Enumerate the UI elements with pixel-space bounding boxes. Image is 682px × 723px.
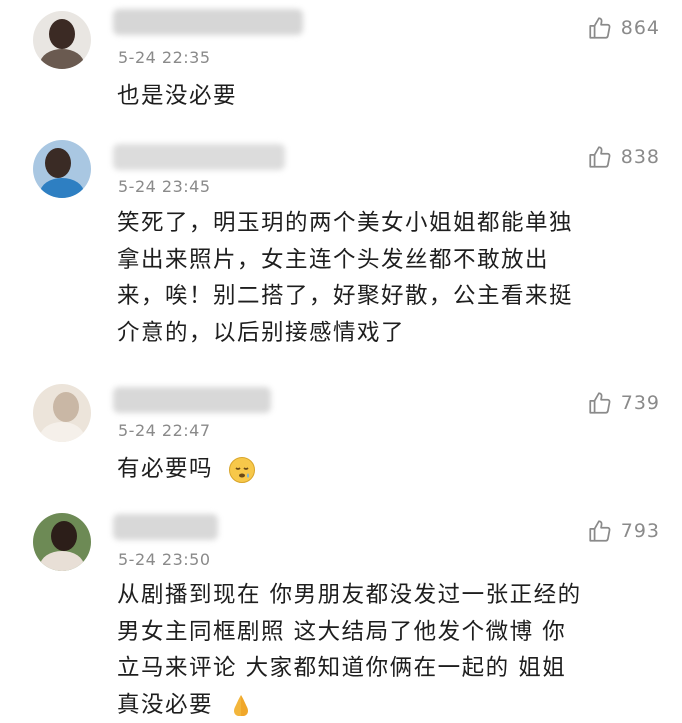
comment-timestamp: 5-24 22:47 xyxy=(118,421,211,440)
like-button[interactable]: 838 xyxy=(587,144,660,170)
praying-hands-emoji xyxy=(233,695,248,716)
comment-timestamp: 5-24 23:50 xyxy=(118,550,211,569)
like-count: 793 xyxy=(620,520,660,542)
thumbs-up-icon xyxy=(589,392,611,414)
comment-text-line: 男女主同框剧照 这大结局了他发个微博 你 xyxy=(117,618,567,645)
comment-text: 笑死了，明玉玥的两个美女小姐姐都能单独 拿出来照片，女主连个头发丝都不敢放出 来… xyxy=(117,205,657,351)
comment-text-line: 也是没必要 xyxy=(117,83,238,109)
like-count: 864 xyxy=(620,17,660,39)
like-button[interactable]: 739 xyxy=(587,390,660,416)
avatar[interactable] xyxy=(33,11,91,69)
username-blurred[interactable] xyxy=(113,9,303,35)
avatar[interactable] xyxy=(33,140,91,198)
username-blurred[interactable] xyxy=(113,144,285,170)
comment-item: 5-24 23:50 793 从剧播到现在 你男朋友都没发过一张正经的 男女主同… xyxy=(0,508,682,722)
comment-text: 也是没必要 xyxy=(117,78,657,115)
comment-text-line: 真没必要 xyxy=(117,691,214,718)
comment-text-line: 介意的，以后别接感情戏了 xyxy=(117,319,406,346)
username-blurred[interactable] xyxy=(113,387,271,413)
comment-item: 5-24 22:35 864 也是没必要 xyxy=(0,0,682,140)
thumbs-up-icon xyxy=(589,146,611,168)
comment-text-line: 笑死了，明玉玥的两个美女小姐姐都能单独 xyxy=(117,210,574,236)
comment-item: 5-24 23:45 838 笑死了，明玉玥的两个美女小姐姐都能单独 拿出来照片… xyxy=(0,140,682,368)
avatar[interactable] xyxy=(33,384,91,442)
sleepy-face-emoji xyxy=(228,456,255,483)
like-button[interactable]: 793 xyxy=(587,518,660,544)
comment-text: 有必要吗 xyxy=(117,451,657,488)
like-count: 838 xyxy=(620,146,660,168)
comment-text-line: 拿出来照片，女主连个头发丝都不敢放出 xyxy=(117,246,550,273)
comment-timestamp: 5-24 23:45 xyxy=(118,177,211,196)
comment-text-line: 立马来评论 大家都知道你俩在一起的 姐姐 xyxy=(117,655,567,681)
avatar[interactable] xyxy=(33,513,91,571)
like-count: 739 xyxy=(620,392,660,414)
comment-timestamp: 5-24 22:35 xyxy=(118,48,211,67)
like-button[interactable]: 864 xyxy=(587,15,660,41)
comment-text-line: 来，唉！别二搭了，好聚好散，公主看来挺 xyxy=(117,283,574,309)
username-blurred[interactable] xyxy=(113,514,218,540)
thumbs-up-icon xyxy=(589,17,611,39)
comment-text-line: 有必要吗 xyxy=(117,456,214,482)
comment-text: 从剧播到现在 你男朋友都没发过一张正经的 男女主同框剧照 这大结局了他发个微博 … xyxy=(117,577,657,723)
comment-item: 5-24 22:47 739 有必要吗 xyxy=(0,368,682,508)
thumbs-up-icon xyxy=(589,520,611,542)
comment-text-line: 从剧播到现在 你男朋友都没发过一张正经的 xyxy=(117,582,582,608)
